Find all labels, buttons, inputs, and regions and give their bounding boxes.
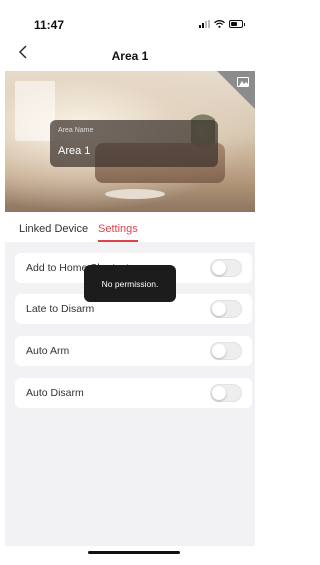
change-image-corner[interactable]: [217, 71, 255, 109]
status-icons: [199, 20, 245, 28]
wifi-icon: [214, 20, 225, 28]
status-bar: 11:47: [5, 5, 255, 41]
tab-settings[interactable]: Settings: [98, 223, 138, 235]
toast-message: No permission.: [84, 265, 176, 302]
home-indicator-area: [5, 546, 255, 560]
tab-linked-device[interactable]: Linked Device: [19, 223, 88, 235]
signal-icon: [199, 20, 210, 28]
add-to-home-shortcut-toggle[interactable]: [210, 259, 242, 277]
setting-row-auto-arm: Auto Arm: [15, 336, 252, 366]
setting-row-auto-disarm: Auto Disarm: [15, 378, 252, 408]
page-title: Area 1: [111, 49, 149, 63]
area-name-label: Area Name: [58, 127, 94, 134]
late-to-disarm-toggle[interactable]: [210, 300, 242, 318]
tab-bar: Linked Device Settings: [5, 212, 255, 242]
area-name-value: Area 1: [58, 145, 91, 157]
home-indicator[interactable]: [88, 551, 180, 554]
navigation-bar: Area 1: [5, 41, 255, 71]
status-time: 11:47: [34, 18, 65, 32]
auto-arm-toggle[interactable]: [210, 342, 242, 360]
auto-disarm-toggle[interactable]: [210, 384, 242, 402]
setting-label: Late to Disarm: [26, 303, 95, 315]
image-icon[interactable]: [237, 77, 249, 87]
toast-text: No permission.: [101, 278, 159, 289]
setting-label: Auto Disarm: [26, 387, 84, 399]
area-name-field[interactable]: Area Name Area 1: [50, 120, 218, 167]
battery-icon: [229, 20, 245, 28]
active-tab-indicator: [98, 240, 138, 242]
area-cover-image: Area Name Area 1: [5, 71, 255, 212]
setting-label: Auto Arm: [26, 345, 70, 357]
